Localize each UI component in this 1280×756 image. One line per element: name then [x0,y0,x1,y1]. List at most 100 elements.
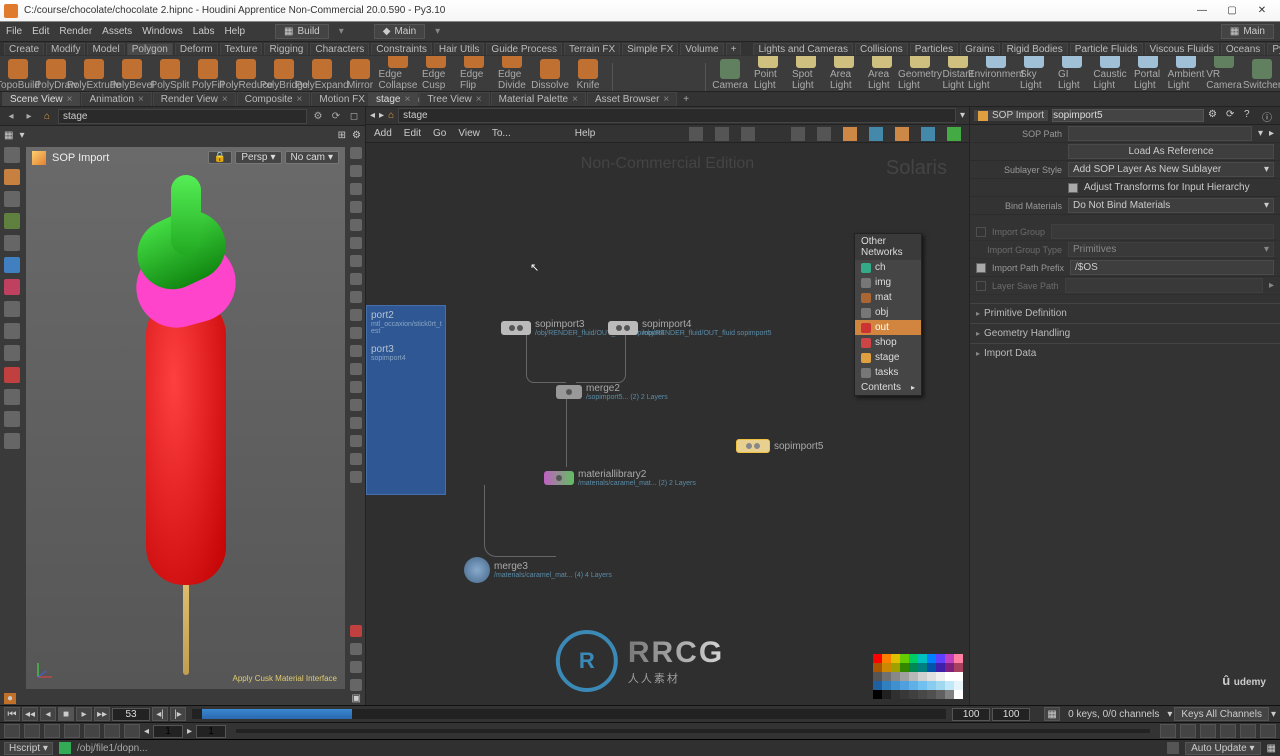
tool-icon[interactable] [4,367,20,383]
color-swatch[interactable] [909,672,918,681]
tool-icon[interactable] [4,433,20,449]
display-icon[interactable] [350,165,362,177]
shelf-tab[interactable]: Lights and Cameras [753,43,853,55]
shelf-tool[interactable]: Camera [716,59,744,91]
import-group-input[interactable] [1051,224,1274,239]
shelf-tool[interactable]: Edge Cusp [422,56,450,91]
pane-tab-sceneview[interactable]: Scene View× [2,92,80,106]
menu-assets[interactable]: Assets [102,26,132,37]
display-icon[interactable] [350,345,362,357]
shelf-tool[interactable]: Portal Light [1134,56,1162,91]
maximize-icon[interactable]: ▣ [352,693,361,704]
net-menu-view[interactable]: View [458,128,480,139]
color-swatch[interactable] [891,663,900,672]
status-icon[interactable] [124,724,140,738]
node-sopimport5[interactable]: sopimport5 [736,439,823,453]
gear-icon[interactable]: ⚙ [1208,109,1222,123]
shelf-tool[interactable]: Point Light [754,56,782,91]
import-group-checkbox[interactable] [976,227,986,237]
color-swatch[interactable] [909,663,918,672]
desktop-selector-3[interactable]: ▦ Main [1221,24,1274,39]
color-swatch[interactable] [873,654,882,663]
color-swatch[interactable] [882,690,891,699]
status-icon[interactable] [59,742,71,754]
help-icon[interactable]: ▦ [1267,743,1276,754]
color-swatch[interactable] [954,654,963,663]
shelf-tool[interactable]: PolyFill [194,59,222,91]
color-swatch[interactable] [954,663,963,672]
color-swatch[interactable] [900,672,909,681]
color-swatch[interactable] [900,654,909,663]
menu-item-mat[interactable]: mat [855,290,921,305]
shelf-tab[interactable]: Texture [220,43,263,55]
pane-tab-renderview[interactable]: Render View× [153,92,236,106]
shelf-tab[interactable]: Viscous Fluids [1145,43,1219,55]
color-swatch[interactable] [936,663,945,672]
status-icon[interactable] [24,724,40,738]
prev-icon[interactable]: ◂ [144,726,149,737]
shelf-tab[interactable]: Particles [910,43,958,55]
color-swatch[interactable] [909,681,918,690]
shelf-tool[interactable]: Area Light [830,56,858,91]
color-swatch[interactable] [936,654,945,663]
browse-icon[interactable]: ▸ [1269,128,1274,139]
color-swatch[interactable] [891,681,900,690]
sculpt-tool-icon[interactable] [4,279,20,295]
shelf-tool[interactable]: GI Light [1058,56,1086,91]
shelf-tool[interactable]: Dissolve [536,59,564,91]
scrollbar[interactable] [236,729,1150,733]
color-swatch[interactable] [900,663,909,672]
shelf-tab[interactable]: Create [4,43,44,55]
wrench-icon[interactable] [689,127,703,141]
gear-icon[interactable]: ⚙ [352,130,361,141]
color-swatch[interactable] [891,654,900,663]
color-swatch[interactable] [900,681,909,690]
browse-icon[interactable]: ▸ [1269,280,1274,291]
network-path-input[interactable] [398,108,956,123]
lasso-tool-icon[interactable] [4,169,20,185]
color-swatch[interactable] [945,690,954,699]
shelf-tab[interactable]: Characters [310,43,369,55]
network-graph[interactable]: Non-Commercial Edition Solaris port2 mtl… [366,143,969,705]
shelf-tab[interactable]: Rigid Bodies [1002,43,1068,55]
color-swatch[interactable] [954,690,963,699]
color-swatch[interactable] [927,654,936,663]
shelf-tool[interactable]: Sky Light [1020,56,1048,91]
display-icon[interactable] [350,219,362,231]
color-palette[interactable] [873,654,963,699]
persp-selector[interactable]: Persp▾ [235,151,281,164]
display-icon[interactable] [350,399,362,411]
status-icon[interactable] [1160,724,1176,738]
color-swatch[interactable] [909,654,918,663]
desktop-selector-2[interactable]: ◆ Main [374,24,425,39]
shelf-tool[interactable]: Environment Light [982,56,1010,91]
select-tool-icon[interactable] [4,147,20,163]
next-frame-button[interactable]: ▸▸ [94,707,110,721]
color-swatch[interactable] [891,690,900,699]
status-icon[interactable] [1260,724,1276,738]
shelf-tool[interactable]: PolyBridge [270,59,298,91]
color-swatch[interactable] [873,663,882,672]
reload-icon[interactable]: ⟳ [1226,109,1240,123]
shelf-tab[interactable]: Oceans [1221,43,1265,55]
network-jump-menu[interactable]: Other Networks ch img mat obj out shop s… [854,233,922,396]
back-icon[interactable]: ◂ [4,109,18,123]
menu-item-stage[interactable]: stage [855,350,921,365]
import-path-prefix-input[interactable] [1070,260,1274,275]
play-reverse-button[interactable]: ◂ [40,707,56,721]
close-button[interactable]: ✕ [1248,3,1276,19]
display-icon[interactable] [350,273,362,285]
menu-edit[interactable]: Edit [32,26,49,37]
display-icon[interactable] [350,255,362,267]
scale-tool-icon[interactable] [4,235,20,251]
shelf-tool[interactable]: VR Camera [1210,56,1238,91]
flag-icon[interactable] [921,127,935,141]
shelf-tab[interactable]: Grains [960,43,999,55]
color-swatch[interactable] [882,654,891,663]
color-swatch[interactable] [954,681,963,690]
camera-selector[interactable]: No cam▾ [285,151,339,164]
rotate-tool-icon[interactable] [4,213,20,229]
shelf-tab[interactable]: Simple FX [622,43,678,55]
layer-save-path-input[interactable] [1065,278,1263,293]
display-icon[interactable] [350,661,362,673]
